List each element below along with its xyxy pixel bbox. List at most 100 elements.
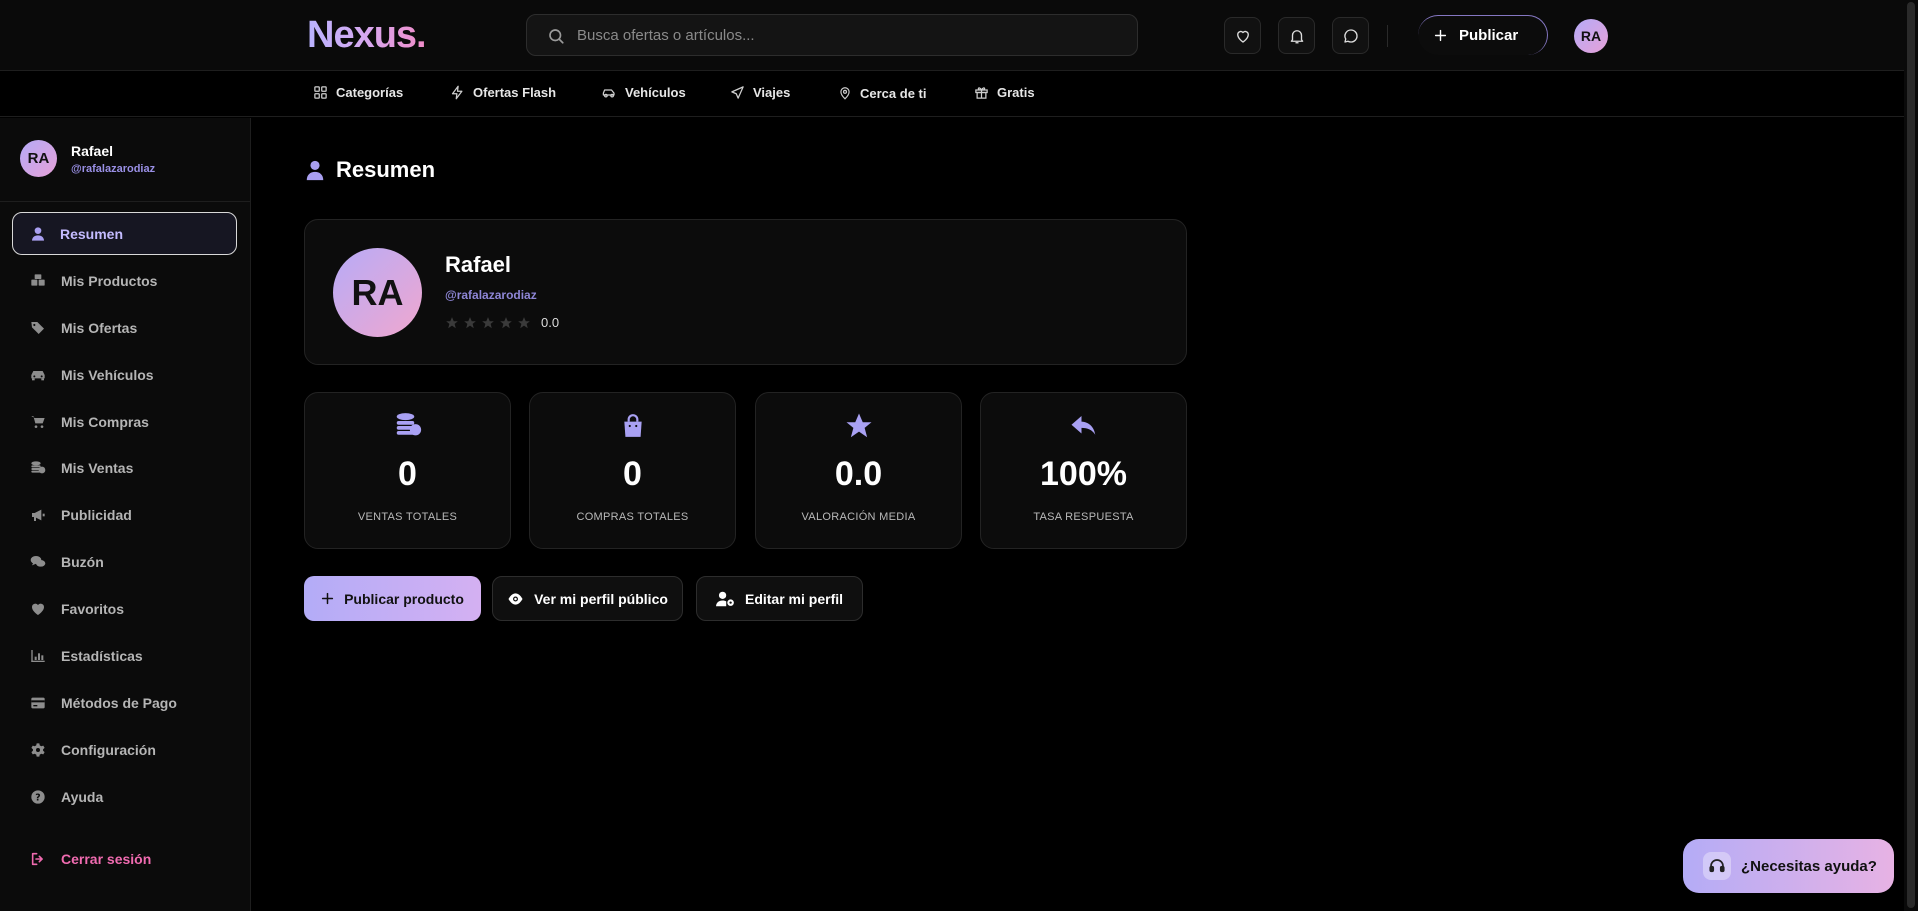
nav-item-ofertas-flash[interactable]: Ofertas Flash — [450, 85, 556, 100]
stat-label: COMPRAS TOTALES — [576, 511, 689, 523]
avatar: RA — [20, 140, 57, 177]
plane-icon — [730, 85, 745, 100]
comments-icon — [29, 554, 47, 570]
nav-label: Categorías — [336, 85, 404, 100]
star-icon — [517, 316, 531, 330]
car-icon — [601, 85, 617, 100]
help-chat-button[interactable]: ¿Necesitas ayuda? — [1683, 839, 1894, 893]
boxes-icon — [29, 273, 47, 289]
sidebar-item-mis-compras[interactable]: Mis Compras — [12, 400, 237, 443]
view-public-profile-button[interactable]: Ver mi perfil público — [492, 576, 683, 621]
search-bar[interactable] — [526, 14, 1138, 56]
logo[interactable]: Nexus. — [307, 14, 427, 57]
grid-icon — [313, 85, 328, 100]
nav-label: Gratis — [997, 85, 1035, 100]
chart-icon — [29, 648, 47, 664]
user-icon — [304, 158, 326, 182]
sidebar-item-label: Mis Productos — [61, 272, 158, 289]
profile-card: RA Rafael @rafalazarodiaz 0.0 — [304, 219, 1187, 365]
messages-button[interactable] — [1332, 17, 1369, 54]
map-pin-icon — [838, 85, 852, 101]
star-icon — [445, 316, 459, 330]
stat-label: VALORACIÓN MEDIA — [801, 511, 916, 523]
user-avatar[interactable]: RA — [1574, 19, 1608, 53]
search-input[interactable] — [577, 15, 1117, 55]
publish-product-button[interactable]: Publicar producto — [304, 576, 481, 621]
user-icon — [30, 226, 46, 242]
scrollbar-thumb[interactable] — [1907, 2, 1915, 908]
sidebar-item-mis-ventas[interactable]: Mis Ventas — [12, 446, 237, 489]
sidebar-profile: RA Rafael @rafalazarodiaz — [20, 140, 155, 177]
sidebar-item-label: Publicidad — [61, 506, 132, 523]
divider — [0, 201, 251, 202]
sidebar-item-label: Mis Ventas — [61, 459, 134, 476]
avatar: RA — [333, 248, 422, 337]
shopping-bag-icon — [530, 411, 735, 441]
sidebar-item-configuracion[interactable]: Configuración — [12, 728, 237, 771]
cart-icon — [29, 414, 47, 430]
profile-name: Rafael — [445, 252, 512, 277]
publish-label: Publicar — [1459, 27, 1519, 44]
sidebar-item-label: Resumen — [60, 225, 124, 242]
logout-label: Cerrar sesión — [61, 850, 152, 867]
heart-icon — [1234, 27, 1252, 45]
sidebar-item-label: Métodos de Pago — [61, 694, 177, 711]
lightning-icon — [450, 85, 465, 100]
edit-profile-button[interactable]: Editar mi perfil — [696, 576, 863, 621]
stat-label: TASA RESPUESTA — [1033, 511, 1134, 523]
stat-label: VENTAS TOTALES — [357, 511, 458, 523]
headset-icon — [1703, 852, 1731, 880]
publish-button[interactable]: Publicar — [1418, 15, 1548, 55]
user-gear-icon — [716, 591, 735, 607]
plus-icon — [321, 592, 334, 605]
sidebar-item-label: Configuración — [61, 741, 156, 758]
star-icon — [499, 316, 513, 330]
stat-value: 0.0 — [834, 455, 883, 493]
button-label: Editar mi perfil — [744, 590, 844, 607]
sidebar-item-resumen[interactable]: Resumen — [12, 212, 237, 255]
notifications-button[interactable] — [1278, 17, 1315, 54]
sidebar-item-favoritos[interactable]: Favoritos — [12, 587, 237, 630]
sidebar-item-estadisticas[interactable]: Estadísticas — [12, 634, 237, 677]
reply-icon — [981, 411, 1186, 441]
credit-card-icon — [29, 695, 47, 711]
profile-username: @rafalazarodiaz — [445, 288, 537, 302]
stat-card-compras: 0 COMPRAS TOTALES — [529, 392, 736, 549]
help-label: ¿Necesitas ayuda? — [1741, 857, 1877, 875]
nav-item-categorias[interactable]: Categorías — [313, 85, 403, 100]
star-icon — [756, 411, 961, 441]
sidebar-item-buzon[interactable]: Buzón — [12, 540, 237, 583]
plus-icon — [1434, 29, 1447, 42]
stat-card-ventas: 0 VENTAS TOTALES — [304, 392, 511, 549]
button-label: Publicar producto — [344, 590, 464, 607]
nav-label: Ofertas Flash — [473, 85, 557, 100]
nav-label: Vehículos — [625, 85, 686, 100]
tags-icon — [29, 320, 47, 336]
sidebar-item-mis-vehiculos[interactable]: Mis Vehículos — [12, 353, 237, 396]
logout-button[interactable]: Cerrar sesión — [12, 837, 237, 880]
sidebar-item-ayuda[interactable]: ? Ayuda — [12, 775, 237, 818]
header-divider — [1387, 25, 1388, 47]
scrollbar[interactable] — [1904, 0, 1918, 911]
nav-item-cerca-de-ti[interactable]: Cerca de ti — [838, 85, 926, 101]
stat-card-tasa-respuesta: 100% TASA RESPUESTA — [980, 392, 1187, 549]
star-icon — [463, 316, 477, 330]
nav-item-viajes[interactable]: Viajes — [730, 85, 790, 100]
sidebar-item-mis-ofertas[interactable]: Mis Ofertas — [12, 306, 237, 349]
sidebar-item-label: Favoritos — [61, 600, 125, 617]
search-icon — [547, 27, 565, 45]
coins-icon — [305, 411, 510, 441]
sidebar-item-publicidad[interactable]: Publicidad — [12, 493, 237, 536]
stat-value: 100% — [1040, 455, 1127, 493]
sidebar-item-mis-productos[interactable]: Mis Productos — [12, 259, 237, 302]
chat-bubble-icon — [1342, 27, 1360, 45]
favorites-button[interactable] — [1224, 17, 1261, 54]
category-nav: Categorías Ofertas Flash Vehículos Viaje… — [0, 72, 1918, 117]
nav-item-vehiculos[interactable]: Vehículos — [601, 85, 686, 100]
star-icon — [481, 316, 495, 330]
button-label: Ver mi perfil público — [534, 590, 668, 607]
car-icon — [29, 367, 47, 383]
question-icon: ? — [29, 789, 47, 805]
sidebar-item-metodos-de-pago[interactable]: Métodos de Pago — [12, 681, 237, 724]
nav-item-gratis[interactable]: Gratis — [974, 85, 1035, 100]
